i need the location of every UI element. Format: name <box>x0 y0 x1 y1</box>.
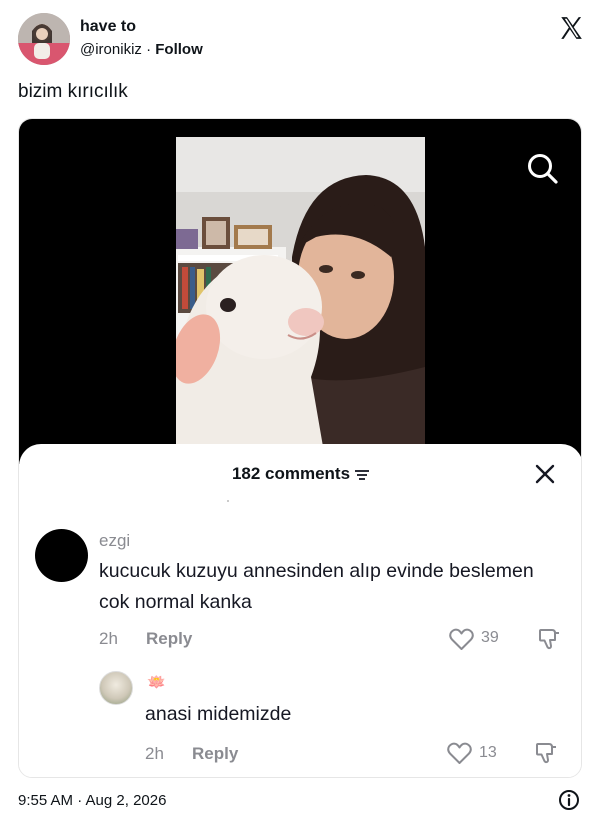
heart-icon[interactable] <box>447 742 472 765</box>
comments-sheet: 182 comments ezgi kucucuk kuzuyu annesin… <box>19 444 581 777</box>
comment-age: 2h <box>99 629 118 648</box>
comment-avatar[interactable] <box>35 529 88 582</box>
reply-button[interactable]: Reply <box>146 629 192 649</box>
like-count: 13 <box>479 744 497 761</box>
search-icon[interactable] <box>525 151 559 185</box>
comment-username[interactable]: ezgi <box>99 531 130 551</box>
info-icon[interactable] <box>558 789 580 811</box>
tweet-header: have to @ironikiz · Follow <box>18 13 588 67</box>
reply-button[interactable]: Reply <box>192 744 238 764</box>
thumbs-down-icon[interactable] <box>537 627 561 651</box>
x-logo-icon[interactable] <box>558 15 584 41</box>
tweet-timestamp[interactable]: 9:55 AM · Aug 2, 2026 <box>18 792 166 809</box>
like-count: 39 <box>481 629 499 646</box>
close-icon[interactable] <box>534 463 556 485</box>
video-area[interactable] <box>19 119 581 464</box>
thumbs-down-icon[interactable] <box>534 741 558 765</box>
separator: · <box>141 41 156 58</box>
follow-button[interactable]: Follow <box>155 41 203 58</box>
reply-avatar[interactable] <box>99 671 133 705</box>
comments-count: 182 comments <box>231 464 351 483</box>
divider-dot <box>227 500 229 502</box>
reply-username[interactable]: 🪷 <box>147 673 166 691</box>
tweet-text: bizim kırıcılık <box>18 81 128 102</box>
author-handle[interactable]: @ironikiz <box>80 41 142 58</box>
comment-text: kucucuk kuzuyu annesinden alıp evinde be… <box>99 560 534 613</box>
author-handle-row: @ironikiz · Follow <box>80 41 203 58</box>
reply-text: anasi midemizde <box>145 703 292 725</box>
reply-age: 2h <box>145 744 164 763</box>
tweet-media[interactable]: 182 comments ezgi kucucuk kuzuyu annesin… <box>18 118 582 778</box>
author-avatar[interactable] <box>18 13 70 65</box>
comments-header: 182 comments <box>19 464 581 484</box>
video-frame[interactable] <box>176 137 425 464</box>
author-display-name[interactable]: have to <box>80 18 136 36</box>
heart-icon[interactable] <box>449 628 474 651</box>
sort-icon[interactable] <box>354 469 370 481</box>
